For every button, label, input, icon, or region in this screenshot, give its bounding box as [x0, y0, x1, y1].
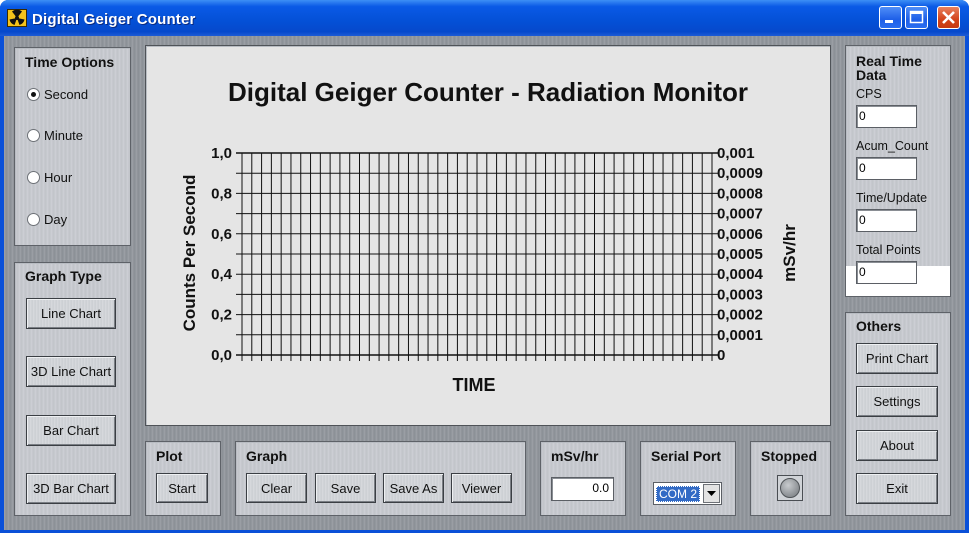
- y2-tick-label: 0,0009: [717, 165, 763, 182]
- plot-title: Plot: [156, 448, 183, 464]
- y-tick-label: 0,2: [211, 307, 232, 324]
- graph-title: Graph: [246, 448, 288, 464]
- chart-xlabel: TIME: [453, 375, 496, 395]
- chevron-down-icon[interactable]: [703, 484, 720, 503]
- print-chart-button[interactable]: Print Chart: [856, 343, 938, 374]
- radio-day[interactable]: Day: [27, 211, 67, 227]
- radio-minute[interactable]: Minute: [27, 127, 83, 143]
- cps-field[interactable]: 0: [856, 105, 917, 128]
- save-as-button[interactable]: Save As: [383, 473, 444, 503]
- time-update-field[interactable]: 0: [856, 209, 917, 232]
- radio-day-label: Day: [44, 211, 68, 227]
- viewer-button[interactable]: Viewer: [451, 473, 512, 503]
- time-update-label: Time/Update: [856, 191, 928, 205]
- chart-ylabel: Counts Per Second: [180, 175, 199, 332]
- real-time-data-panel: Real Time Data CPS 0 Acum_Count 0 Time/U…: [845, 45, 951, 297]
- y2-tick-label: 0,0006: [717, 226, 763, 243]
- radio-button-icon: [27, 170, 40, 184]
- time-options-panel: Time Options Second Minute Hour Day: [14, 47, 131, 246]
- radio-button-icon: [27, 87, 40, 101]
- radio-button-icon: [27, 128, 40, 142]
- radio-minute-label: Minute: [44, 127, 84, 143]
- window-title: Digital Geiger Counter: [32, 11, 196, 28]
- status-led-frame: [777, 475, 803, 501]
- y-tick-label: 0,8: [211, 185, 232, 202]
- radiation-chart: Digital Geiger Counter - Radiation Monit…: [180, 77, 799, 395]
- acum-count-label: Acum_Count: [856, 139, 929, 153]
- maximize-button[interactable]: [905, 6, 928, 29]
- serial-port-selected: COM 2: [656, 486, 701, 502]
- graph-panel: Graph Clear Save Save As Viewer: [235, 441, 526, 516]
- total-points-field[interactable]: 0: [856, 261, 917, 284]
- plot-panel: Plot Start: [145, 441, 221, 516]
- close-button[interactable]: [937, 6, 960, 29]
- y2-tick-label: 0,0002: [717, 307, 763, 324]
- status-title: Stopped: [761, 448, 817, 464]
- minimize-button[interactable]: [879, 6, 902, 29]
- y-tick-label: 1,0: [211, 145, 232, 162]
- radio-button-icon: [27, 212, 40, 226]
- y2-tick-label: 0,001: [717, 145, 755, 162]
- time-options-title: Time Options: [25, 54, 115, 70]
- y2-tick-label: 0,0003: [717, 286, 763, 303]
- radiation-icon: [7, 9, 27, 27]
- cps-label: CPS: [856, 87, 882, 101]
- exit-button[interactable]: Exit: [856, 473, 938, 504]
- 3d-bar-chart-button[interactable]: 3D Bar Chart: [26, 473, 116, 504]
- maximize-icon: [909, 10, 924, 24]
- others-panel: Others Print Chart Settings About Exit: [845, 312, 951, 516]
- acum-count-field[interactable]: 0: [856, 157, 917, 180]
- line-chart-button[interactable]: Line Chart: [26, 298, 116, 329]
- total-points-label: Total Points: [856, 243, 921, 257]
- y2-tick-label: 0: [717, 347, 725, 364]
- msv-panel: mSv/hr 0.0: [540, 441, 626, 516]
- y-tick-label: 0,4: [211, 266, 233, 283]
- radio-hour[interactable]: Hour: [27, 169, 72, 185]
- msv-field[interactable]: 0.0: [551, 477, 614, 501]
- y2-tick-label: 0,0007: [717, 206, 763, 223]
- chart-y2label: mSv/hr: [780, 224, 799, 282]
- y2-tick-label: 0,0004: [717, 266, 764, 283]
- app-window: Digital Geiger Counter Time Options Seco…: [0, 0, 969, 533]
- serial-port-title: Serial Port: [651, 448, 722, 464]
- save-button[interactable]: Save: [315, 473, 376, 503]
- chart-title: Digital Geiger Counter - Radiation Monit…: [228, 77, 748, 107]
- msv-title: mSv/hr: [551, 448, 599, 464]
- serial-port-panel: Serial Port COM 2: [640, 441, 736, 516]
- y2-tick-label: 0,0008: [717, 185, 763, 202]
- title-bar[interactable]: Digital Geiger Counter: [0, 0, 969, 36]
- clear-button[interactable]: Clear: [246, 473, 307, 503]
- about-button[interactable]: About: [856, 430, 938, 461]
- graph-type-panel: Graph Type Line Chart 3D Line Chart Bar …: [14, 262, 131, 516]
- status-panel: Stopped: [750, 441, 831, 516]
- y-tick-label: 0,0: [211, 347, 232, 364]
- others-title: Others: [856, 318, 902, 334]
- real-time-title-2: Data: [856, 67, 887, 83]
- radio-hour-label: Hour: [44, 169, 73, 185]
- radio-second[interactable]: Second: [27, 86, 88, 102]
- serial-port-select[interactable]: COM 2: [653, 482, 722, 505]
- y2-tick-label: 0,0005: [717, 246, 763, 263]
- settings-button[interactable]: Settings: [856, 386, 938, 417]
- radio-second-label: Second: [44, 86, 89, 102]
- y-tick-label: 0,6: [211, 226, 232, 243]
- graph-type-title: Graph Type: [25, 268, 102, 284]
- main-client-area: Time Options Second Minute Hour Day Grap…: [4, 36, 965, 530]
- 3d-line-chart-button[interactable]: 3D Line Chart: [26, 356, 116, 387]
- chart-panel: Digital Geiger Counter - Radiation Monit…: [145, 45, 831, 426]
- start-button[interactable]: Start: [156, 473, 208, 503]
- bar-chart-button[interactable]: Bar Chart: [26, 415, 116, 446]
- close-icon: [942, 11, 955, 24]
- y2-tick-label: 0,0001: [717, 327, 763, 344]
- minimize-icon: [885, 20, 893, 23]
- status-led: [780, 478, 800, 498]
- chart-grid: [236, 152, 718, 361]
